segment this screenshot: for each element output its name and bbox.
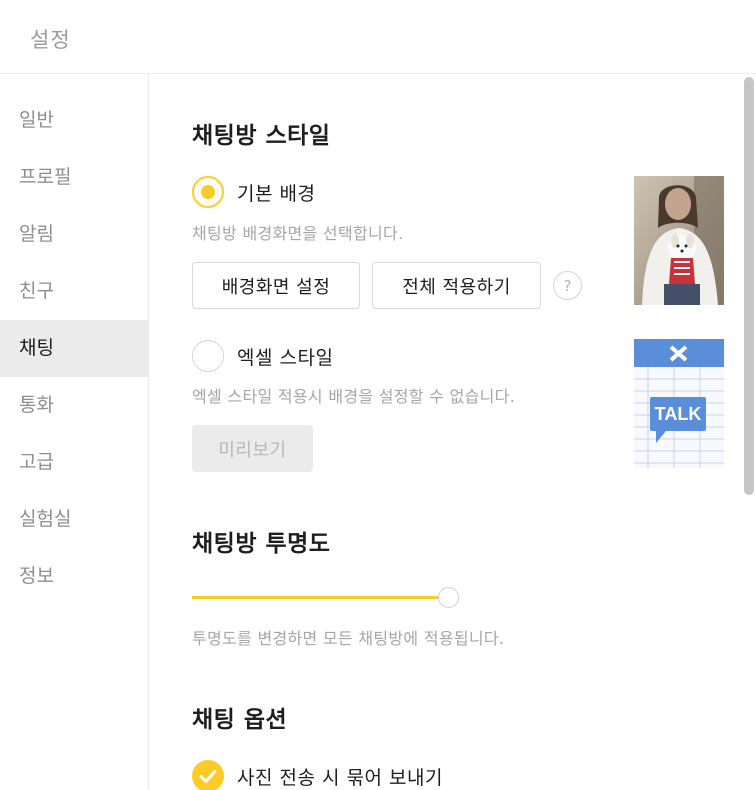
checkmark-icon [199, 770, 217, 783]
default-bg-thumbnail[interactable] [634, 176, 724, 305]
sidebar-item-labs[interactable]: 실험실 [0, 491, 148, 548]
talk-label: TALK [655, 404, 702, 424]
scrollbar-thumb[interactable] [744, 77, 754, 495]
transparency-title: 채팅방 투명도 [192, 531, 331, 557]
sidebar-item-profile[interactable]: 프로필 [0, 149, 148, 206]
window-title: 설정 [30, 28, 71, 52]
chat-options-title: 채팅 옵션 [192, 707, 288, 733]
preview-button[interactable]: 미리보기 [192, 425, 313, 472]
excel-style-description: 엑셀 스타일 적용시 배경을 설정할 수 없습니다. [192, 387, 516, 406]
excel-style-label[interactable]: 엑셀 스타일 [237, 343, 333, 370]
bundle-photos-label[interactable]: 사진 전송 시 묶어 보내기 [237, 763, 443, 790]
apply-all-button[interactable]: 전체 적용하기 [372, 262, 541, 309]
radio-selected-dot [201, 185, 215, 199]
sidebar-item-info[interactable]: 정보 [0, 548, 148, 605]
sidebar-item-call[interactable]: 통화 [0, 377, 148, 434]
default-bg-radio[interactable] [192, 176, 224, 208]
sidebar-item-chat[interactable]: 채팅 [0, 320, 148, 377]
title-bar: 설정 [0, 0, 756, 74]
excel-style-radio[interactable] [192, 340, 224, 372]
bundle-photos-checkbox[interactable] [192, 760, 224, 790]
sidebar-item-notifications[interactable]: 알림 [0, 206, 148, 263]
excel-style-thumbnail[interactable]: TALK [634, 339, 724, 468]
sidebar-item-friends[interactable]: 친구 [0, 263, 148, 320]
sidebar: 일반 프로필 알림 친구 채팅 통화 고급 실험실 정보 [0, 74, 149, 790]
sidebar-item-general[interactable]: 일반 [0, 92, 148, 149]
set-background-button[interactable]: 배경화면 설정 [192, 262, 360, 309]
help-icon[interactable]: ? [553, 271, 582, 300]
transparency-slider-handle[interactable] [438, 587, 459, 608]
settings-content: 채팅방 스타일 기본 배경 채팅방 배경화면을 선택합니다. 배경화면 설정 전… [149, 74, 756, 790]
transparency-description: 투명도를 변경하면 모든 채팅방에 적용됩니다. [192, 629, 505, 648]
sidebar-item-advanced[interactable]: 고급 [0, 434, 148, 491]
background-photo-thumbnail [634, 176, 724, 305]
excel-grid-thumbnail: TALK [634, 339, 724, 468]
default-bg-description: 채팅방 배경화면을 선택합니다. [192, 224, 404, 243]
transparency-slider-track[interactable] [192, 596, 440, 599]
default-bg-label[interactable]: 기본 배경 [237, 179, 315, 206]
chat-style-title: 채팅방 스타일 [192, 123, 331, 149]
